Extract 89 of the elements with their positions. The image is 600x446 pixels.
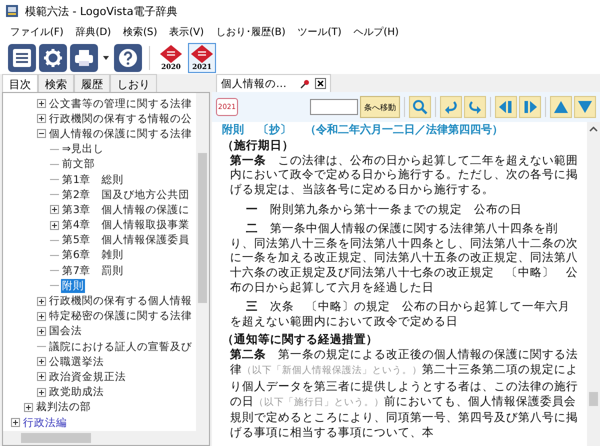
scroll-thumb[interactable] <box>198 153 207 303</box>
tab[interactable]: 検索 <box>38 74 74 92</box>
menu-item[interactable]: 表示(V) <box>163 25 210 39</box>
item-text: 二 第一条中個人情報の保護に関する法律第八十四条を削り、同法第八十三条を同法第八十四条とし、同法第八十二条の次に一条を加える改正規定、同法第八十五条の改正規定、同法第八十六条の改正規定及び同法第八十七条の改正規定 〔中略〕 公布の日から起算して六月を経過した日 <box>229 220 579 295</box>
scroll-thumb[interactable] <box>21 433 91 443</box>
tree-item[interactable]: 政党助成法 <box>48 385 105 400</box>
item-text: 三 次条 〔中略〕の規定 公布の日から起算して一年六月を超えない範囲内において政令で定める日 <box>229 298 571 328</box>
section-heading: 〔抄〕 <box>258 123 291 138</box>
tree-item[interactable]: 裁判法の部 <box>35 400 92 414</box>
horizontal-scrollbar[interactable] <box>3 431 209 445</box>
expand-icon[interactable] <box>37 357 46 366</box>
article-text: 第一条 この法律は、公布の日から起算して二年を超えない範囲内において政令で定める日から施行する。ただし、次の各号に掲げる規定は、当該各号に定める日から施行する。 <box>229 152 579 197</box>
tree-item[interactable]: 附則 <box>61 278 85 293</box>
section-heading: （令和二年六月一二日／法律第四四号） <box>305 123 503 138</box>
tree-item[interactable]: 第2章 国及び地方公共団 <box>61 188 191 202</box>
tree-item[interactable]: 第3章 個人情報の保護に <box>61 202 191 217</box>
tab[interactable]: 目次 <box>2 74 38 92</box>
vertical-scrollbar[interactable] <box>587 122 600 446</box>
tree-item[interactable]: 第4章 個人情報取扱事業 <box>61 218 191 232</box>
expand-icon[interactable] <box>37 114 46 124</box>
next-button[interactable] <box>519 96 541 118</box>
input-field[interactable] <box>310 99 358 115</box>
tree-item[interactable]: 前文部 <box>61 157 96 172</box>
curved-arrow-icon <box>443 99 459 115</box>
expand-icon[interactable] <box>37 296 46 306</box>
tree-item[interactable]: 第1章 総則 <box>61 172 125 187</box>
expand-icon[interactable] <box>37 312 46 321</box>
collapse-icon[interactable] <box>37 129 46 138</box>
tree-item[interactable]: 特定秘密の保護に関する法律 <box>48 309 193 324</box>
tree-item[interactable]: 行政機関の保有する情報の公 <box>48 112 193 126</box>
item-text: 一 附則第九条から第十一条までの規定 公布の日 <box>245 202 523 217</box>
forward-button[interactable] <box>464 96 486 118</box>
back-button[interactable] <box>440 96 462 118</box>
tree-item[interactable]: 第5章 個人情報保護委員 <box>61 233 191 248</box>
article-caption: （通知等に関する経過措置） <box>222 332 379 348</box>
menu-item[interactable]: ファイル(F) <box>4 25 70 39</box>
app-icon <box>5 4 19 18</box>
vertical-scrollbar[interactable] <box>196 93 209 431</box>
tree-item[interactable]: 国会法 <box>48 324 83 338</box>
expand-icon[interactable] <box>50 205 59 214</box>
settings-button[interactable] <box>39 44 67 72</box>
menu-item[interactable]: 検索(S) <box>117 25 164 39</box>
up-button[interactable] <box>550 96 572 118</box>
caret-icon[interactable] <box>103 56 109 60</box>
tree-item[interactable]: ⇒見出し <box>61 142 105 156</box>
menu-item[interactable]: しおり･履歴(B) <box>210 25 292 39</box>
help-button[interactable] <box>114 44 142 72</box>
tree-item[interactable]: 政治資金規正法 <box>48 370 127 384</box>
expand-icon[interactable] <box>11 418 20 428</box>
down-triangle-icon <box>577 99 593 115</box>
tree-item[interactable]: 行政法編 <box>22 416 68 430</box>
expand-icon[interactable] <box>37 388 46 397</box>
tab[interactable]: 履歴 <box>74 74 110 92</box>
close-icon[interactable] <box>314 78 326 89</box>
article-caption: （施行期日） <box>222 138 295 153</box>
up-triangle-icon <box>553 99 569 115</box>
previous-button[interactable] <box>495 96 517 118</box>
scroll-up-icon[interactable] <box>589 126 598 132</box>
search-button[interactable] <box>409 96 431 118</box>
list-button[interactable] <box>8 44 36 72</box>
down-button[interactable] <box>574 96 596 118</box>
tab[interactable]: しおり <box>110 74 157 92</box>
expand-icon[interactable] <box>24 402 33 412</box>
scroll-thumb[interactable] <box>589 392 598 406</box>
menu-item[interactable]: ツール(T) <box>292 25 348 39</box>
expand-icon[interactable] <box>37 372 46 382</box>
curved-arrow-icon <box>467 99 483 115</box>
section-heading: 附則 <box>222 123 244 138</box>
menu-item[interactable]: ヘルプ(H) <box>347 25 405 39</box>
pin-icon[interactable] <box>300 78 310 88</box>
document-tab[interactable]: 個人情報の… <box>216 74 330 92</box>
tree-item[interactable]: 議院における証人の宣誓及び <box>48 340 193 354</box>
tree-item[interactable]: 公文書等の管理に関する法律 <box>48 96 193 111</box>
menu-item[interactable]: 辞典(D) <box>70 25 118 39</box>
jump-button[interactable]: 条へ移動 <box>360 96 400 118</box>
tree-item[interactable]: 行政機関の保有する個人情報 <box>48 294 193 308</box>
tree-item[interactable]: 個人情報の保護に関する法律 <box>48 126 193 141</box>
printer-icon <box>73 47 95 69</box>
tree-item[interactable]: 第6章 雑則 <box>61 248 125 262</box>
next-icon <box>522 99 538 115</box>
expand-icon[interactable] <box>37 326 46 336</box>
tree-item[interactable]: 公職選挙法 <box>48 354 105 369</box>
window-title: 模範六法 - LogoVista電子辞典 <box>25 4 178 18</box>
article-text: 第二条 第一条の規定による改正後の個人情報の保護に関する法律（以下「新個人情報保護法」という。）第二十三条第二項の規定により個人データを第三者に提供しようとする者は、この法律の施行の日（以下「施行日」という。）前においても、個人情報保護委員会規則で定めるところにより、同項第一号、第四号及び第八号に掲げる事項に相当する事項について、本 <box>229 347 579 440</box>
expand-icon[interactable] <box>37 99 46 108</box>
print-button[interactable] <box>70 44 98 72</box>
tree-item[interactable]: 第7章 罰則 <box>61 264 125 278</box>
previous-icon <box>498 99 514 115</box>
expand-icon[interactable] <box>50 220 59 230</box>
